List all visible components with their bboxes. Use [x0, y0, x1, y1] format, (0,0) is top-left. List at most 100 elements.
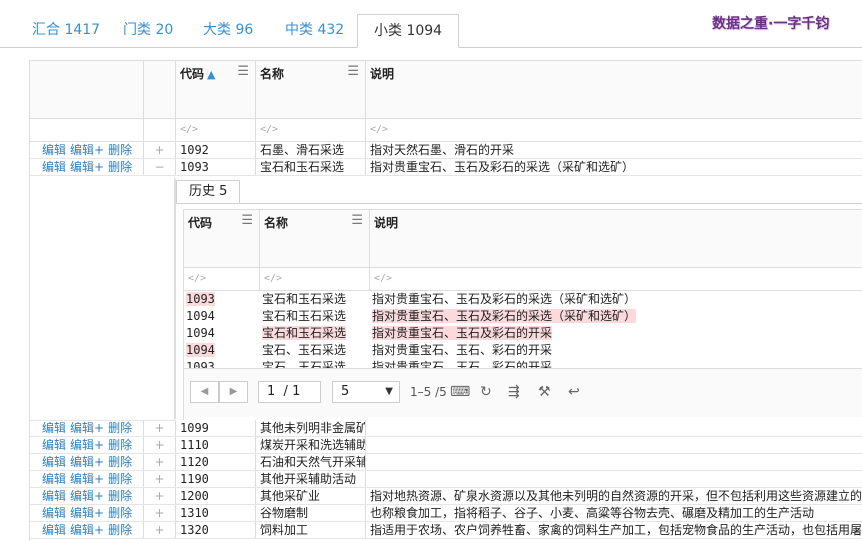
delete-link[interactable]: 删除 [108, 143, 132, 157]
edit-link[interactable]: 编辑 [42, 489, 66, 503]
filter-desc-input[interactable]: </> [366, 119, 862, 141]
cell-code: 1310 [176, 505, 256, 521]
edit-plus-link[interactable]: 编辑+ [70, 455, 104, 469]
expand-toggle[interactable]: + [144, 488, 176, 504]
history-header-name[interactable]: 名称 ☰ [260, 210, 370, 268]
delete-link[interactable]: 删除 [108, 421, 132, 435]
tab-division[interactable]: 大类 96 [187, 14, 269, 47]
edit-link[interactable]: 编辑 [42, 438, 66, 452]
page-size-select[interactable]: 5 ▼ [332, 381, 400, 403]
history-filter-row: </> </> </> [184, 268, 862, 291]
page-number-input[interactable]: 1 / 1 [258, 381, 321, 403]
expand-toggle[interactable]: + [144, 522, 176, 538]
sort-asc-icon[interactable]: ▲ [207, 68, 215, 81]
cell-name: 宝石和玉石采选 [262, 326, 347, 340]
edit-plus-link[interactable]: 编辑+ [70, 438, 104, 452]
cell-desc [366, 454, 862, 470]
expand-toggle[interactable]: + [144, 471, 176, 487]
edit-plus-link[interactable]: 编辑+ [70, 489, 104, 503]
keyboard-icon[interactable]: ⌨ [450, 381, 470, 403]
column-menu-icon[interactable]: ☰ [351, 213, 363, 228]
delete-link[interactable]: 删除 [108, 489, 132, 503]
history-row: 1094 宝石和玉石采选 指对贵重宝石、玉石及彩石的开采 [184, 325, 862, 342]
cell-name: 其他开采辅助活动 [256, 471, 366, 487]
edit-link[interactable]: 编辑 [42, 143, 66, 157]
chevron-down-icon: ▼ [385, 386, 393, 397]
delete-link[interactable]: 删除 [108, 438, 132, 452]
edit-plus-link[interactable]: 编辑+ [70, 143, 104, 157]
refresh-icon[interactable]: ↻ [480, 381, 492, 403]
filter-name-input[interactable]: </> [256, 119, 366, 141]
header-desc[interactable]: 说明 [366, 61, 862, 119]
cell-code: 1320 [176, 522, 256, 538]
column-menu-icon[interactable]: ☰ [347, 64, 359, 79]
delete-link[interactable]: 删除 [108, 506, 132, 520]
tools-icon[interactable]: ⚒ [538, 381, 551, 403]
cell-desc: 指对贵重宝石、玉石及彩石的采选（采矿和选矿） [370, 160, 635, 174]
table-row: 编辑 编辑+ 删除 + 1190 其他开采辅助活动 [30, 471, 862, 488]
tab-group[interactable]: 中类 432 [269, 14, 360, 47]
filter-row: </> </> </> [30, 119, 862, 142]
edit-plus-link[interactable]: 编辑+ [70, 506, 104, 520]
cell-desc: 指对贵重宝石、玉石及彩石的开采 [372, 326, 553, 340]
delete-link[interactable]: 删除 [108, 523, 132, 537]
history-header-desc[interactable]: 说明 [370, 210, 862, 268]
delete-link[interactable]: 删除 [108, 472, 132, 486]
delete-link[interactable]: 删除 [108, 455, 132, 469]
header-name[interactable]: 名称 ☰ [256, 61, 366, 119]
delete-link[interactable]: 删除 [108, 160, 132, 174]
cell-name: 煤炭开采和洗选辅助 [256, 437, 366, 453]
expand-toggle[interactable]: + [144, 454, 176, 470]
header-code[interactable]: 代码 ▲ ☰ [176, 61, 256, 119]
cell-code: 1093 [186, 292, 215, 306]
filter-name-input[interactable]: </> [260, 268, 370, 290]
expand-toggle[interactable]: + [144, 505, 176, 521]
cell-desc: 指对地热资源、矿泉水资源以及其他未列明的自然资源的开采，但不包括利用这些资源建立… [370, 489, 862, 503]
cell-name: 其他采矿业 [256, 488, 366, 504]
edit-link[interactable]: 编辑 [42, 160, 66, 174]
row-actions: 编辑 编辑+ 删除 [30, 437, 144, 453]
cell-desc: 指对贵重宝石、玉石及彩石的采选（采矿和选矿） [372, 292, 637, 306]
cell-code: 1110 [176, 437, 256, 453]
edit-link[interactable]: 编辑 [42, 506, 66, 520]
cell-code: 1190 [176, 471, 256, 487]
collapse-toggle[interactable]: − [144, 159, 176, 175]
return-icon[interactable]: ↩ [568, 381, 580, 403]
tab-class[interactable]: 小类 1094 [357, 14, 460, 48]
filter-code-input[interactable]: </> [176, 119, 256, 141]
add-row-icon[interactable]: ⇶ [508, 381, 520, 403]
edit-link[interactable]: 编辑 [42, 455, 66, 469]
table-row: 编辑 编辑+ 删除 + 1320 饲料加工 指适用于农场、农户饲养牲畜、家禽的饲料生… [30, 522, 862, 539]
cell-code: 1094 [186, 326, 215, 340]
prev-page-button[interactable]: ◀ [190, 381, 219, 403]
cell-desc: 指适用于农场、农户饲养牲畜、家禽的饲料生产加工，包括宠物食品的生产活动，也包括用… [370, 523, 862, 537]
edit-plus-link[interactable]: 编辑+ [70, 472, 104, 486]
column-menu-icon[interactable]: ☰ [237, 64, 249, 79]
column-menu-icon[interactable]: ☰ [241, 213, 253, 228]
filter-code-input[interactable]: </> [184, 268, 260, 290]
edit-link[interactable]: 编辑 [42, 472, 66, 486]
history-header-code[interactable]: 代码 ☰ [184, 210, 260, 268]
row-actions: 编辑 编辑+ 删除 [30, 420, 144, 436]
tab-summary[interactable]: 汇合 1417 [16, 14, 116, 47]
edit-plus-link[interactable]: 编辑+ [70, 160, 104, 174]
edit-plus-link[interactable]: 编辑+ [70, 523, 104, 537]
history-row: 1094 宝石、玉石采选 指对贵重宝石、玉石、彩石的开采 [184, 342, 862, 359]
expand-toggle[interactable]: + [144, 142, 176, 158]
row-actions: 编辑 编辑+ 删除 [30, 454, 144, 470]
row-actions: 编辑 编辑+ 删除 [30, 142, 144, 158]
edit-link[interactable]: 编辑 [42, 421, 66, 435]
expand-toggle[interactable]: + [144, 420, 176, 436]
cell-name: 谷物磨制 [256, 505, 366, 521]
table-row: 编辑 编辑+ 删除 + 1120 石油和天然气开采辅 [30, 454, 862, 471]
filter-actions [30, 119, 144, 141]
tab-history[interactable]: 历史 5 [176, 180, 241, 204]
cell-desc [366, 420, 862, 436]
edit-link[interactable]: 编辑 [42, 523, 66, 537]
tab-section[interactable]: 门类 20 [107, 14, 189, 47]
filter-desc-input[interactable]: </> [370, 268, 862, 290]
cell-desc: 指对天然石墨、滑石的开采 [370, 143, 515, 157]
expand-toggle[interactable]: + [144, 437, 176, 453]
next-page-button[interactable]: ▶ [219, 381, 248, 403]
edit-plus-link[interactable]: 编辑+ [70, 421, 104, 435]
